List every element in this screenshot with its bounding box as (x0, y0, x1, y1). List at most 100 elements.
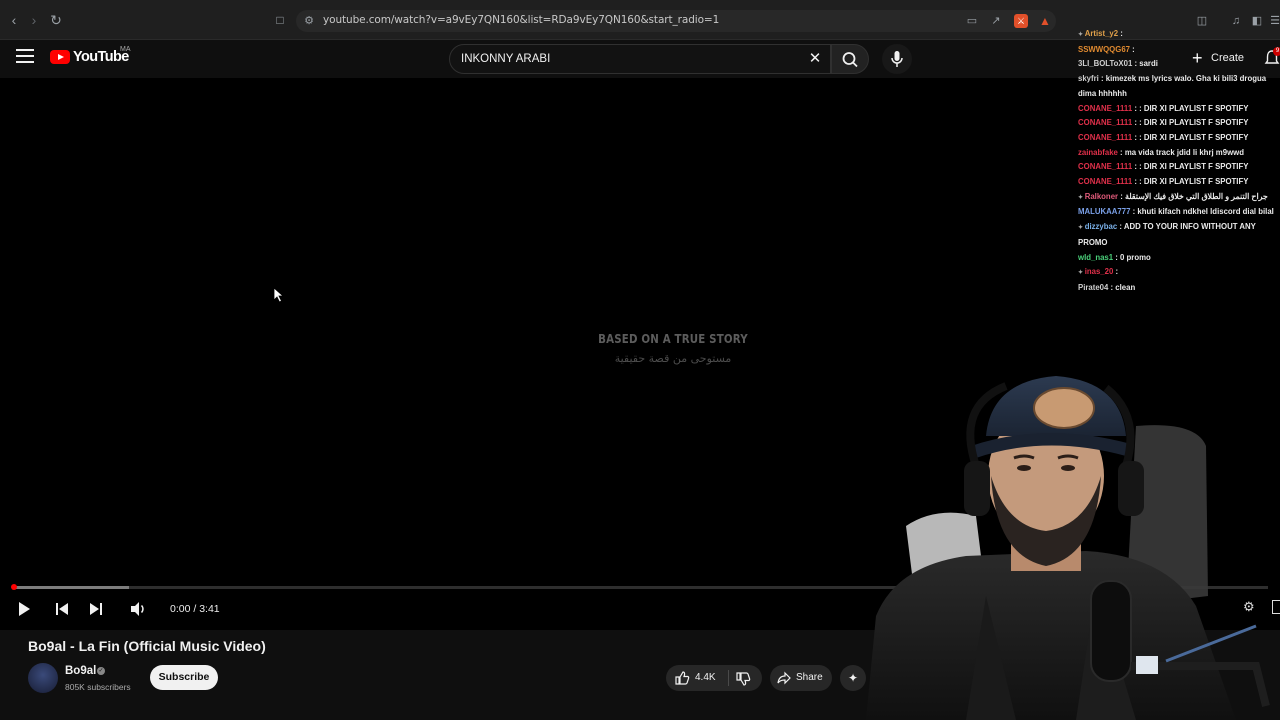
thumbs-down-icon[interactable] (735, 671, 751, 687)
verified-badge-icon: ✓ (97, 667, 105, 675)
search-input[interactable]: INKONNY ARABI ✕ (449, 44, 831, 74)
chat-username[interactable]: Pirate04 (1078, 283, 1108, 292)
share-label: Share (796, 672, 823, 683)
play-icon[interactable] (14, 599, 34, 619)
chat-username[interactable]: wld_nas1 (1078, 253, 1113, 262)
chat-message: ✦ Artist_y2 : (1078, 27, 1278, 43)
video-frame-subtitle: مستوحى من قصة حقيقية (614, 352, 732, 365)
channel-avatar[interactable] (28, 663, 58, 693)
chat-message: ✦ inas_20 : (1078, 265, 1278, 281)
chat-separator: : (1118, 191, 1126, 201)
chat-message: ✦ Ralkoner : جراح التنمر و الطلاق التي خ… (1078, 190, 1278, 206)
like-dislike-group: 4.4K (666, 665, 762, 691)
bookmark-icon[interactable]: □ (272, 12, 288, 28)
chat-message: wld_nas1 : 0 promo (1078, 251, 1278, 266)
chat-message: CONANE_1111 : : DIR XI PLAYLIST F SPOTIF… (1078, 175, 1278, 190)
chat-badge-icon: ✦ (1078, 194, 1085, 201)
chat-text: : DIR XI PLAYLIST F SPOTIFY (1139, 177, 1249, 187)
address-bar[interactable]: ⚙ youtube.com/watch?v=a9vEy7QN160&list=R… (296, 10, 1056, 32)
menu-icon[interactable] (16, 49, 34, 65)
chat-separator: : (1118, 29, 1123, 38)
subscribe-button[interactable]: Subscribe (150, 665, 218, 690)
chat-separator: : (1117, 147, 1125, 157)
stream-chat: ✦ Artist_y2 : SSWWQQG67 : 3LI_BOLToX01 :… (1078, 27, 1278, 296)
search-icon (842, 52, 858, 68)
chat-text: ma vida track jdid li khrj m9wwd (1124, 147, 1244, 157)
ask-ai-button[interactable]: ✦ (840, 665, 866, 691)
chat-username[interactable]: SSWWQQG67 (1078, 45, 1130, 54)
cast-icon[interactable]: ▭ (965, 14, 979, 28)
clear-search-icon[interactable]: ✕ (805, 49, 825, 69)
chat-username[interactable]: inas_20 (1085, 267, 1114, 276)
chat-username[interactable]: CONANE_1111 (1078, 177, 1132, 186)
chat-message: CONANE_1111 : : DIR XI PLAYLIST F SPOTIF… (1078, 102, 1278, 117)
buffer-bar (12, 586, 129, 589)
brave-rewards-icon[interactable]: ▲ (1038, 14, 1052, 28)
chat-text: جراح التنمر و الطلاق التي خلاق فيك الإست… (1125, 191, 1268, 201)
subscriber-count: 805K subscribers (65, 682, 131, 692)
chat-badge-icon: ✦ (1078, 225, 1085, 232)
chat-message: CONANE_1111 : : DIR XI PLAYLIST F SPOTIF… (1078, 116, 1278, 131)
microphone-icon (891, 51, 903, 67)
chat-username[interactable]: CONANE_1111 (1078, 162, 1132, 171)
chat-text: 0 promo (1120, 252, 1151, 262)
chat-message: MALUKAA777 : khuti kifach ndkhel ldiscor… (1078, 205, 1278, 220)
chat-badge-icon: ✦ (1078, 270, 1085, 277)
brave-shield-icon[interactable]: ⚔ (1014, 14, 1028, 28)
search-button[interactable] (831, 44, 869, 74)
chat-username[interactable]: CONANE_1111 (1078, 104, 1132, 113)
chat-username[interactable]: Artist_y2 (1085, 29, 1118, 38)
chat-username[interactable]: zainabfake (1078, 148, 1118, 157)
channel-name[interactable]: Bo9al (65, 665, 96, 677)
chat-badge-icon: ✦ (1078, 32, 1085, 38)
chat-username[interactable]: skyfri (1078, 74, 1099, 83)
video-title: Bo9al - La Fin (Official Music Video) (28, 638, 266, 654)
share-button[interactable]: Share (770, 665, 832, 691)
youtube-play-icon (50, 50, 70, 64)
search-query: INKONNY ARABI (461, 53, 551, 65)
forward-icon[interactable]: › (26, 12, 42, 28)
chat-separator: : (1098, 74, 1106, 84)
sparkle-icon: ✦ (847, 671, 859, 685)
previous-icon[interactable] (52, 599, 72, 619)
chat-message: ✦ dizzybac : ADD TO YOUR INFO WITHOUT AN… (1078, 220, 1278, 250)
chat-separator: : (1113, 252, 1121, 262)
voice-search-button[interactable] (882, 44, 912, 74)
chat-text: kimezek ms lyrics walo. Gha ki bili3 dro… (1078, 74, 1267, 98)
chat-text: : DIR XI PLAYLIST F SPOTIFY (1139, 118, 1249, 128)
media-icon[interactable]: ♫ (1229, 14, 1243, 28)
chat-message: SSWWQQG67 : (1078, 43, 1278, 58)
share-icon (777, 671, 791, 685)
country-code: MA (120, 46, 131, 53)
chat-separator: : (1130, 44, 1135, 54)
chat-separator: : (1113, 267, 1119, 277)
thumbs-up-icon[interactable] (674, 670, 690, 686)
sidebar-toggle-icon[interactable]: ◫ (1195, 14, 1209, 28)
chat-username[interactable]: dizzybac (1085, 222, 1118, 231)
chat-username[interactable]: CONANE_1111 (1078, 118, 1132, 127)
reload-icon[interactable]: ↻ (48, 12, 64, 28)
scrubber-handle[interactable] (11, 584, 17, 590)
chat-message: CONANE_1111 : : DIR XI PLAYLIST F SPOTIF… (1078, 131, 1278, 146)
chat-message: zainabfake : ma vida track jdid li khrj … (1078, 146, 1278, 161)
chat-text: : DIR XI PLAYLIST F SPOTIFY (1139, 162, 1249, 172)
chat-username[interactable]: MALUKAA777 (1078, 207, 1130, 216)
back-icon[interactable]: ‹ (6, 12, 22, 28)
chat-username[interactable]: 3LI_BOLToX01 (1078, 59, 1132, 68)
url-text: youtube.com/watch?v=a9vEy7QN160&list=RDa… (323, 14, 720, 26)
chat-message: CONANE_1111 : : DIR XI PLAYLIST F SPOTIF… (1078, 160, 1278, 175)
chat-username[interactable]: Ralkoner (1085, 192, 1118, 201)
share-page-icon[interactable]: ↗ (989, 14, 1003, 28)
webcam-overlay (866, 376, 1270, 720)
volume-icon[interactable] (128, 599, 148, 619)
youtube-logo[interactable]: YouTube MA (50, 46, 140, 68)
chat-separator: : (1117, 222, 1124, 232)
chat-text: : DIR XI PLAYLIST F SPOTIFY (1139, 132, 1249, 142)
chat-username[interactable]: CONANE_1111 (1078, 133, 1132, 142)
site-settings-icon[interactable]: ⚙ (302, 14, 316, 28)
extensions-icon[interactable]: ☰ (1268, 14, 1280, 28)
chat-text: khuti kifach ndkhel ldiscord dial bilal (1137, 207, 1274, 217)
next-icon[interactable] (86, 599, 106, 619)
panel-icon[interactable]: ◧ (1250, 14, 1264, 28)
chat-text: : DIR XI PLAYLIST F SPOTIFY (1139, 103, 1249, 113)
